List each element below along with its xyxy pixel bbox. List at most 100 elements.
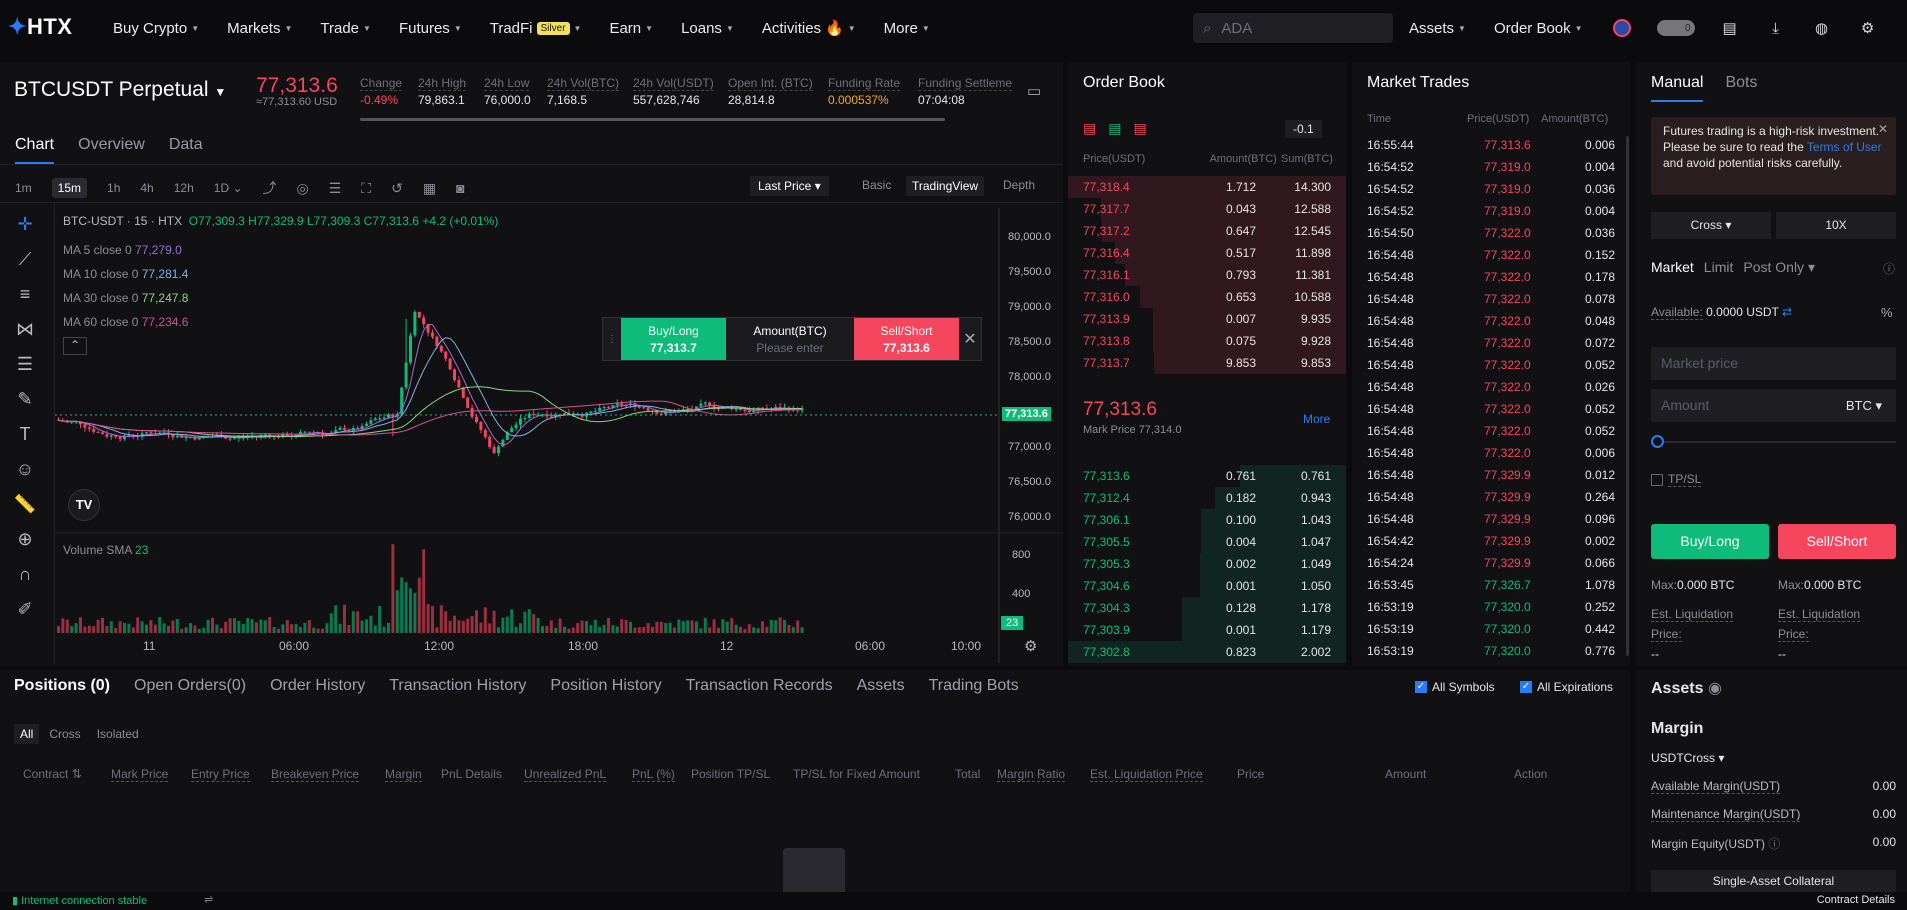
amount-unit-select[interactable]: BTC ▾	[1846, 389, 1882, 422]
more-link[interactable]: More	[1303, 412, 1330, 426]
orderbook-row[interactable]: 77,316.4 0.517 11.898	[1068, 242, 1346, 264]
orderbook-row[interactable]: 77,317.2 0.647 12.545	[1068, 220, 1346, 242]
layout-icon[interactable]: ⇌	[204, 893, 213, 906]
slider-handle[interactable]	[1651, 435, 1664, 448]
info-icon[interactable]: ⓘ	[1883, 260, 1895, 277]
fib-icon[interactable]: ☰	[17, 354, 33, 375]
fullscreen-icon[interactable]: ⛶	[361, 180, 371, 197]
tab-trading-bots[interactable]: Trading Bots	[929, 677, 1019, 695]
htx-logo[interactable]: ✦HTX	[8, 14, 72, 40]
book-icon[interactable]: ▭	[1027, 82, 1041, 100]
nav-loans[interactable]: Loans ▼	[681, 20, 734, 37]
pattern-icon[interactable]: ⋈	[16, 319, 34, 340]
filter-all[interactable]: All	[14, 724, 40, 744]
amount-slider[interactable]	[1651, 441, 1896, 443]
tf-12h[interactable]: 12h	[174, 181, 194, 195]
close-icon[interactable]: ✕	[1878, 121, 1888, 137]
orderbook-row[interactable]: 77,316.1 0.793 11.381	[1068, 264, 1346, 286]
quick-amount-input[interactable]: Amount(BTC) Please enter	[726, 318, 854, 360]
price-chart[interactable]	[55, 208, 1063, 666]
trendline-icon[interactable]: ⟋	[19, 249, 32, 270]
eye-icon[interactable]: ◉	[1708, 680, 1722, 697]
quick-sell-button[interactable]: Sell/Short 77,313.6	[854, 318, 959, 360]
tab-post-only[interactable]: Post Only ▾	[1743, 259, 1815, 276]
text-icon[interactable]: T	[20, 424, 31, 445]
nav-tradfi[interactable]: TradFi Silver ▼	[490, 20, 582, 37]
tab-chart[interactable]: Chart	[15, 136, 55, 164]
orderbook-row[interactable]: 77,305.5 0.004 1.047	[1068, 531, 1346, 553]
tpsl-checkbox[interactable]: TP/SL	[1651, 472, 1702, 487]
tab-market[interactable]: Market	[1651, 259, 1694, 276]
tab-order-history[interactable]: Order History	[270, 677, 365, 695]
close-icon[interactable]: ✕	[959, 318, 981, 360]
tradingview-logo[interactable]: TV	[68, 489, 100, 521]
privacy-toggle[interactable]: 0	[1656, 20, 1695, 36]
terms-link[interactable]: Terms of User	[1807, 140, 1882, 154]
nav-assets[interactable]: Assets ▼	[1409, 20, 1466, 37]
trades-scrollbar[interactable]	[1626, 136, 1629, 656]
margin-mode-dropdown[interactable]: USDTCross ▾	[1651, 751, 1724, 765]
tab-open-orders[interactable]: Open Orders(0)	[134, 677, 246, 695]
settings-icon[interactable]: ⚙	[1857, 17, 1879, 39]
orderbook-row[interactable]: 77,313.8 0.075 9.928	[1068, 330, 1346, 352]
crosshair-icon[interactable]: ✛	[17, 214, 32, 235]
tf-1h[interactable]: 1h	[107, 181, 120, 195]
mode-tradingview[interactable]: TradingView	[906, 176, 985, 196]
symbol-selector[interactable]: BTCUSDT Perpetual ▼	[14, 78, 226, 102]
nav-markets[interactable]: Markets ▼	[227, 20, 292, 37]
tab-positions[interactable]: Positions (0)	[14, 677, 110, 695]
orderbook-row[interactable]: 77,306.1 0.100 1.043	[1068, 509, 1346, 531]
brush-icon[interactable]: ✎	[17, 389, 32, 410]
nav-more[interactable]: More ▼	[884, 20, 930, 37]
all-symbols-checkbox[interactable]: ✓ All Symbols	[1415, 680, 1495, 694]
orderbook-row[interactable]: 77,316.0 0.653 10.588	[1068, 286, 1346, 308]
orders-icon[interactable]: ▤	[1719, 17, 1741, 39]
orderbook-row[interactable]: 77,318.4 1.712 14.300	[1068, 176, 1346, 198]
nav-order-book[interactable]: Order Book ▼	[1494, 20, 1583, 37]
all-expirations-checkbox[interactable]: ✓ All Expirations	[1520, 680, 1613, 694]
nav-trade[interactable]: Trade ▼	[320, 20, 371, 37]
download-icon[interactable]: ⤓	[1765, 17, 1787, 39]
calculator-icon[interactable]: %	[1881, 305, 1893, 320]
orderbook-row[interactable]: 77,313.9 0.007 9.935	[1068, 308, 1346, 330]
emoji-icon[interactable]: ☺	[16, 459, 34, 480]
tf-15m[interactable]: 15m	[51, 178, 88, 198]
quick-buy-button[interactable]: Buy/Long 77,313.7	[621, 318, 726, 360]
tf-1d[interactable]: 1D ⌄	[214, 181, 243, 195]
camera-icon[interactable]: ◙	[456, 180, 464, 196]
filter-cross[interactable]: Cross	[43, 724, 86, 744]
filter-isolated[interactable]: Isolated	[91, 724, 145, 744]
buy-long-button[interactable]: Buy/Long	[1651, 524, 1769, 559]
lock-icon[interactable]: ✐	[17, 599, 32, 620]
price-input[interactable]: Market price	[1651, 347, 1896, 380]
orderbook-row[interactable]: 77,302.8 0.823 2.002	[1068, 641, 1346, 663]
tab-assets[interactable]: Assets	[857, 677, 905, 695]
drag-handle[interactable]: ⋮	[603, 318, 621, 360]
mode-basic[interactable]: Basic	[862, 178, 891, 192]
chart-settings-icon[interactable]: ⚙	[1024, 637, 1037, 655]
tab-position-history[interactable]: Position History	[550, 677, 661, 695]
layout-icon[interactable]: ☰	[329, 180, 342, 197]
orderbook-row[interactable]: 77,304.3 0.128 1.178	[1068, 597, 1346, 619]
help-icon[interactable]: ⓘ	[1768, 837, 1780, 851]
bids-view-icon[interactable]: ▤	[1108, 120, 1121, 137]
collateral-button[interactable]: Single-Asset Collateral	[1651, 870, 1896, 892]
orderbook-row[interactable]: 77,313.6 0.761 0.761	[1068, 465, 1346, 487]
indicator-icon[interactable]: ⤴	[263, 178, 277, 198]
nav-futures[interactable]: Futures ▼	[399, 20, 462, 37]
both-view-icon[interactable]: ▤	[1083, 120, 1096, 137]
ticker-scrollbar[interactable]	[360, 118, 945, 121]
magnet-icon[interactable]: ∩	[19, 564, 32, 585]
tab-overview[interactable]: Overview	[78, 136, 145, 164]
tab-transaction-history[interactable]: Transaction History	[389, 677, 526, 695]
orderbook-row[interactable]: 77,313.7 9.853 9.853	[1068, 352, 1346, 374]
tab-manual[interactable]: Manual	[1651, 74, 1704, 102]
nav-earn[interactable]: Earn ▼	[609, 20, 653, 37]
orderbook-row[interactable]: 77,303.9 0.001 1.179	[1068, 619, 1346, 641]
transfer-icon[interactable]: ⇄	[1782, 305, 1792, 319]
compare-icon[interactable]: ▦	[423, 180, 436, 197]
avatar[interactable]	[1611, 17, 1633, 39]
amount-input[interactable]: Amount BTC ▾	[1651, 389, 1896, 422]
margin-mode-select[interactable]: Cross ▾	[1651, 212, 1771, 239]
tab-limit[interactable]: Limit	[1704, 259, 1734, 276]
